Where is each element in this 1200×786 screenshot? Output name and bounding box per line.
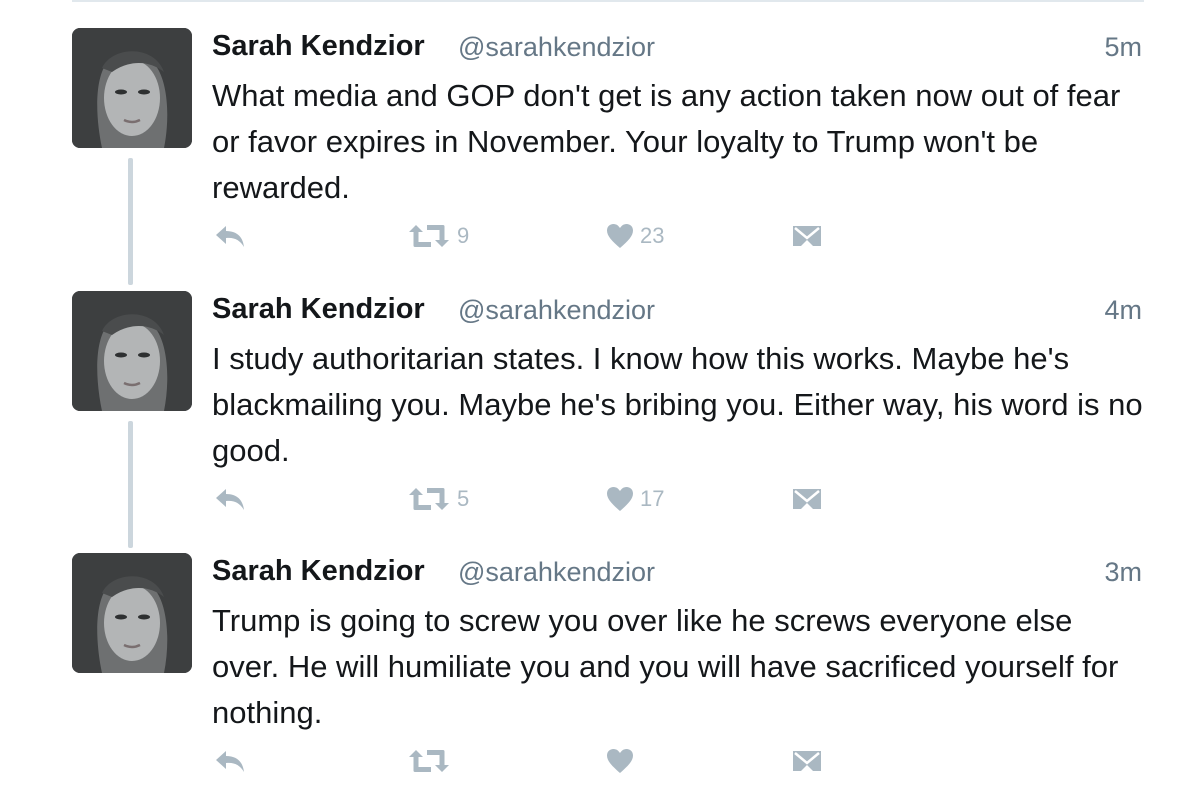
- tweet-text: I study authoritarian states. I know how…: [212, 341, 1143, 468]
- retweet-button[interactable]: 5: [407, 479, 469, 519]
- retweet-button[interactable]: [407, 741, 457, 781]
- reply-button[interactable]: [214, 479, 246, 519]
- retweet-count: 5: [457, 486, 470, 511]
- heart-icon: [606, 748, 634, 774]
- heart-icon: [606, 486, 634, 512]
- author-handle[interactable]: @sarahkendzior: [458, 32, 655, 63]
- retweet-icon: [407, 223, 451, 249]
- author-name[interactable]: Sarah Kendzior: [212, 30, 425, 63]
- like-count: 23: [640, 223, 665, 248]
- retweet-icon: [407, 748, 451, 774]
- retweet-icon: [407, 486, 451, 512]
- reply-button[interactable]: [214, 216, 246, 256]
- avatar[interactable]: [72, 291, 192, 411]
- reply-icon: [214, 748, 246, 774]
- like-button[interactable]: [606, 741, 640, 781]
- reply-button[interactable]: [214, 741, 246, 781]
- avatar[interactable]: [72, 553, 192, 673]
- author-handle[interactable]: @sarahkendzior: [458, 557, 655, 588]
- direct-message-icon: [792, 749, 822, 773]
- direct-message-button[interactable]: [792, 216, 822, 256]
- author-name[interactable]: Sarah Kendzior: [212, 555, 425, 588]
- like-button[interactable]: 17: [606, 479, 664, 519]
- tweet-actions: 9 23: [212, 216, 852, 256]
- avatar[interactable]: [72, 28, 192, 148]
- timestamp[interactable]: 3m: [1104, 557, 1142, 588]
- tweet-text: What media and GOP don't get is any acti…: [212, 78, 1121, 205]
- direct-message-button[interactable]: [792, 741, 822, 781]
- tweet[interactable]: Sarah Kendzior @sarahkendzior 5m What me…: [0, 28, 1200, 268]
- author-name[interactable]: Sarah Kendzior: [212, 293, 425, 326]
- tweet-actions: [212, 741, 852, 781]
- tweet[interactable]: Sarah Kendzior @sarahkendzior 4m I study…: [0, 291, 1200, 531]
- like-button[interactable]: 23: [606, 216, 664, 256]
- reply-icon: [214, 223, 246, 249]
- author-handle[interactable]: @sarahkendzior: [458, 295, 655, 326]
- direct-message-icon: [792, 487, 822, 511]
- tweet-actions: 5 17: [212, 479, 852, 519]
- timestamp[interactable]: 5m: [1104, 32, 1142, 63]
- heart-icon: [606, 223, 634, 249]
- retweet-button[interactable]: 9: [407, 216, 469, 256]
- direct-message-icon: [792, 224, 822, 248]
- top-divider: [72, 0, 1144, 2]
- reply-icon: [214, 486, 246, 512]
- timestamp[interactable]: 4m: [1104, 295, 1142, 326]
- like-count: 17: [640, 486, 665, 511]
- retweet-count: 9: [457, 223, 470, 248]
- direct-message-button[interactable]: [792, 479, 822, 519]
- tweet[interactable]: Sarah Kendzior @sarahkendzior 3m Trump i…: [0, 553, 1200, 786]
- tweet-text: Trump is going to screw you over like he…: [212, 603, 1119, 730]
